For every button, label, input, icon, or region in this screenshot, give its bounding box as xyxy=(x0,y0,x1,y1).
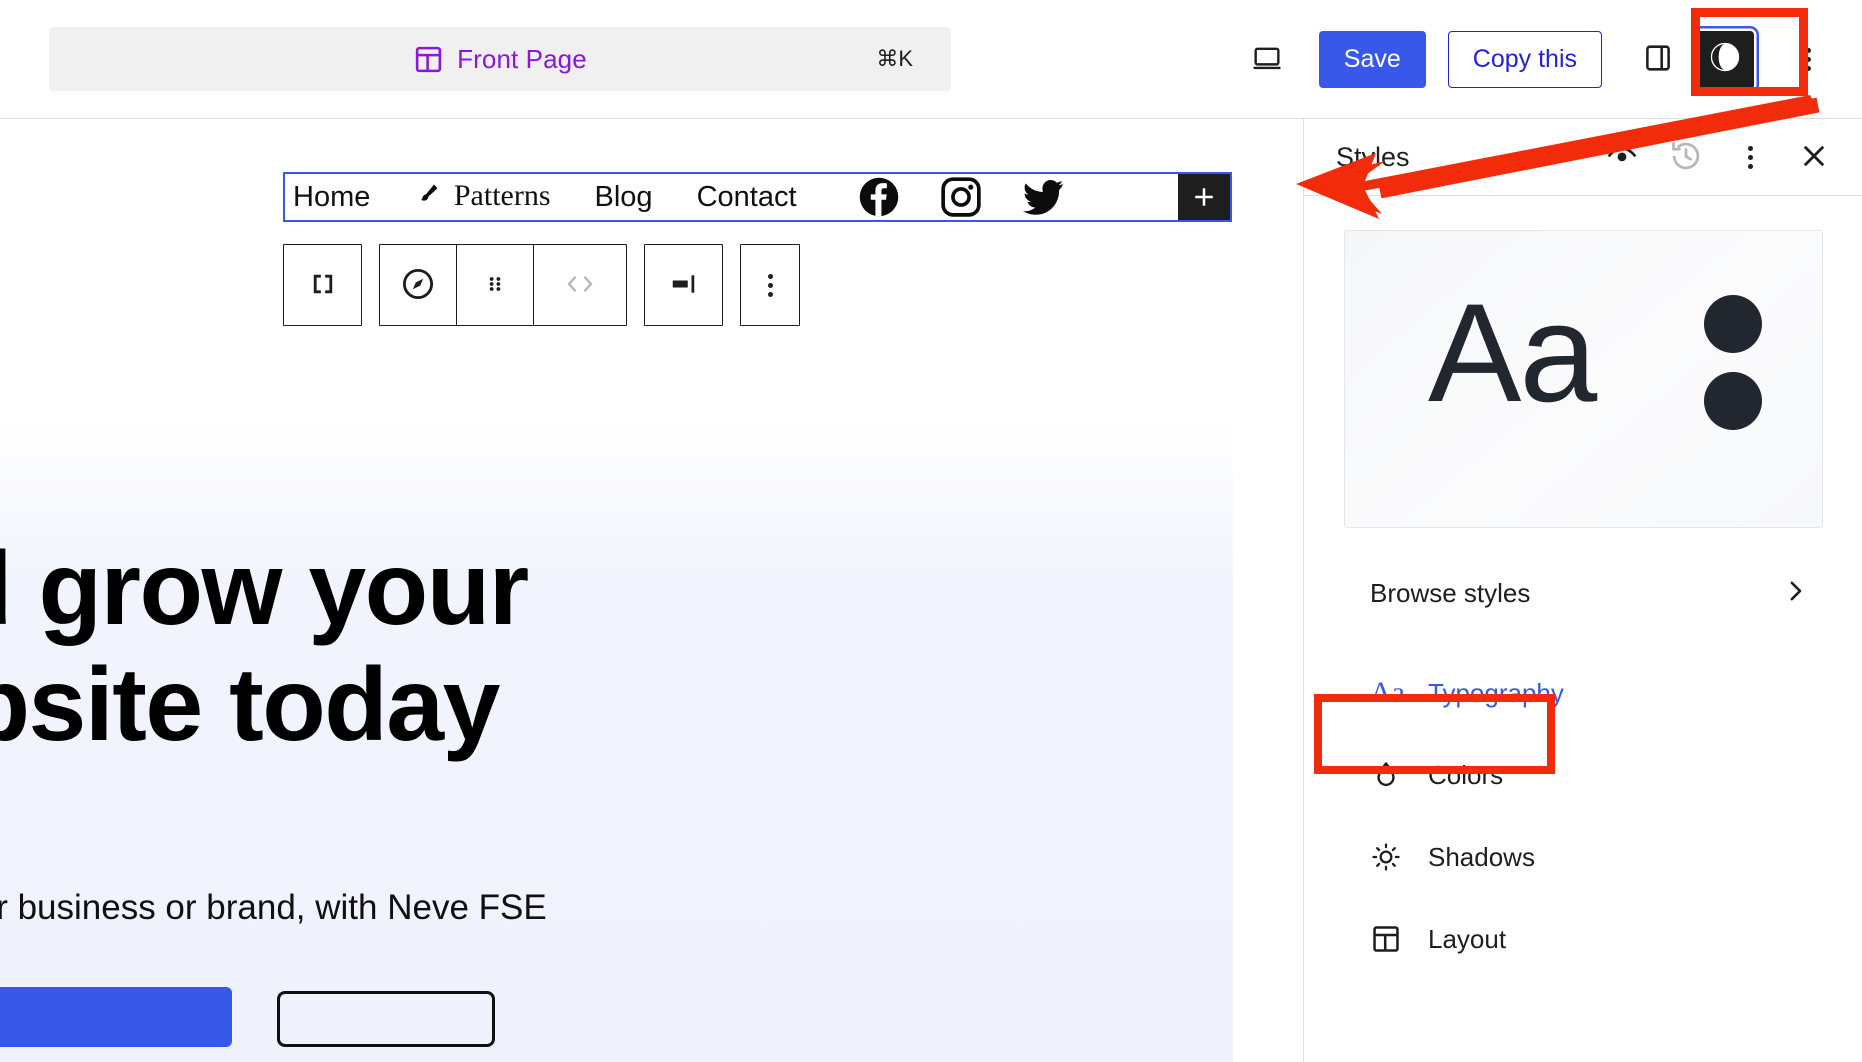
desktop-icon xyxy=(1250,41,1284,78)
hero-heading-line-1: e and grow your xyxy=(0,531,529,647)
move-block-button[interactable] xyxy=(534,245,626,325)
styles-nav-item-layout[interactable]: Layout xyxy=(1344,898,1822,980)
hero-section: e and grow your e website today e for yo… xyxy=(0,419,1233,1062)
layout-grid-icon xyxy=(1370,923,1414,955)
hero-subheading: e for your business or brand, with Neve … xyxy=(0,888,547,927)
styles-nav-label-shadows: Shadows xyxy=(1428,841,1535,872)
change-block-type-button[interactable] xyxy=(380,245,457,325)
editor-top-bar: Front Page ⌘K Save Copy this xyxy=(0,0,1862,119)
hero-primary-button[interactable] xyxy=(0,987,232,1047)
brush-icon xyxy=(414,181,448,214)
nav-block-appender-button[interactable] xyxy=(1178,174,1230,220)
three-dots-vertical-icon xyxy=(1805,48,1811,71)
nav-link-patterns: Patterns xyxy=(453,179,551,212)
styles-more-options-button[interactable] xyxy=(1724,131,1776,183)
editor-canvas-inner: e and grow your e website today e for yo… xyxy=(0,119,1233,1062)
styles-contrast-icon xyxy=(1707,39,1743,80)
options-three-dots-icon xyxy=(767,273,773,297)
move-left-right-icon xyxy=(558,267,602,304)
three-dots-vertical-icon xyxy=(1747,145,1753,169)
justify-items-icon xyxy=(666,269,702,302)
block-navigation-icon xyxy=(306,267,340,304)
instagram-icon[interactable] xyxy=(939,175,983,219)
styles-nav-label-layout: Layout xyxy=(1428,923,1507,954)
hero-heading: e and grow your e website today xyxy=(0,531,1233,764)
command-palette-shortcut: ⌘K xyxy=(876,46,913,71)
nav-link-patterns-wrapper[interactable]: Patterns xyxy=(392,179,572,215)
drag-handle-button[interactable] xyxy=(457,245,534,325)
block-toolbar xyxy=(283,244,800,326)
styles-sidebar: Styles Aa Browse styles Aa Typography Co… xyxy=(1303,119,1862,1062)
block-toolbar-group-navigation xyxy=(283,244,362,326)
copy-this-button[interactable]: Copy this xyxy=(1447,31,1602,88)
command-palette-button[interactable]: Front Page ⌘K xyxy=(49,27,951,91)
top-bar-actions: Save Copy this xyxy=(1239,0,1836,119)
styles-nav-list: Aa Typography Colors Shadows Layout xyxy=(1344,652,1822,980)
palette-dot-2 xyxy=(1704,372,1762,430)
styles-nav-label-typography: Typography xyxy=(1428,677,1564,708)
styles-nav-item-shadows[interactable]: Shadows xyxy=(1344,816,1822,898)
hero-heading-line-2: e website today xyxy=(0,647,500,764)
style-book-eye-icon xyxy=(1605,139,1639,176)
justify-items-button[interactable] xyxy=(645,245,722,325)
more-options-button[interactable] xyxy=(1780,32,1836,88)
block-navigation-button[interactable] xyxy=(284,245,361,325)
close-styles-button[interactable] xyxy=(1788,131,1840,183)
twitter-icon[interactable] xyxy=(1021,175,1065,219)
block-toolbar-group-main xyxy=(379,244,627,326)
command-palette-label: Front Page xyxy=(457,43,587,74)
nav-link-contact[interactable]: Contact xyxy=(675,181,819,214)
browse-styles-label: Browse styles xyxy=(1370,577,1531,608)
navigation-items: Home Patterns Blog Contact xyxy=(285,174,1168,220)
style-preview-palette-dots xyxy=(1704,295,1762,430)
navigation-block[interactable]: Home Patterns Blog Contact xyxy=(283,172,1232,222)
settings-sidebar-toggle-button[interactable] xyxy=(1630,32,1686,88)
nav-link-home[interactable]: Home xyxy=(289,181,392,214)
style-preview-sample-text: Aa xyxy=(1428,274,1597,431)
droplet-icon xyxy=(1370,759,1414,791)
command-palette-center: Front Page xyxy=(413,44,587,75)
style-preview-card[interactable]: Aa xyxy=(1344,230,1823,528)
template-page-icon xyxy=(413,44,444,75)
revisions-history-icon xyxy=(1669,139,1703,176)
style-book-button[interactable] xyxy=(1596,131,1648,183)
drag-handle-icon xyxy=(480,269,510,302)
save-button[interactable]: Save xyxy=(1318,31,1426,88)
browse-styles-row[interactable]: Browse styles xyxy=(1344,552,1822,634)
styles-panel-title: Styles xyxy=(1336,141,1410,172)
editor-canvas: e and grow your e website today e for yo… xyxy=(0,119,1303,1062)
chevron-right-icon xyxy=(1780,576,1810,611)
sun-shadow-icon xyxy=(1370,841,1414,873)
block-options-button[interactable] xyxy=(741,245,799,325)
styles-sidebar-body: Aa Browse styles Aa Typography Colors Sh… xyxy=(1304,196,1862,980)
hero-secondary-button[interactable] xyxy=(277,991,495,1047)
facebook-icon[interactable] xyxy=(857,175,901,219)
styles-sidebar-header: Styles xyxy=(1304,119,1862,196)
styles-nav-label-colors: Colors xyxy=(1428,759,1504,790)
nav-link-blog[interactable]: Blog xyxy=(573,181,675,214)
block-toolbar-group-justify xyxy=(644,244,723,326)
aa-typography-icon: Aa xyxy=(1370,676,1405,709)
styles-header-actions xyxy=(1596,131,1840,183)
block-toolbar-group-options xyxy=(740,244,800,326)
styles-nav-item-typography[interactable]: Aa Typography xyxy=(1344,652,1822,734)
settings-sidebar-icon xyxy=(1641,41,1675,78)
styles-button-wrapper xyxy=(1696,30,1754,89)
revisions-button[interactable] xyxy=(1660,131,1712,183)
palette-dot-1 xyxy=(1704,295,1762,353)
close-x-icon xyxy=(1797,139,1831,176)
change-block-type-icon xyxy=(399,265,437,306)
device-preview-button[interactable] xyxy=(1239,32,1295,88)
styles-button[interactable] xyxy=(1696,30,1754,89)
styles-nav-item-colors[interactable]: Colors xyxy=(1344,734,1822,816)
